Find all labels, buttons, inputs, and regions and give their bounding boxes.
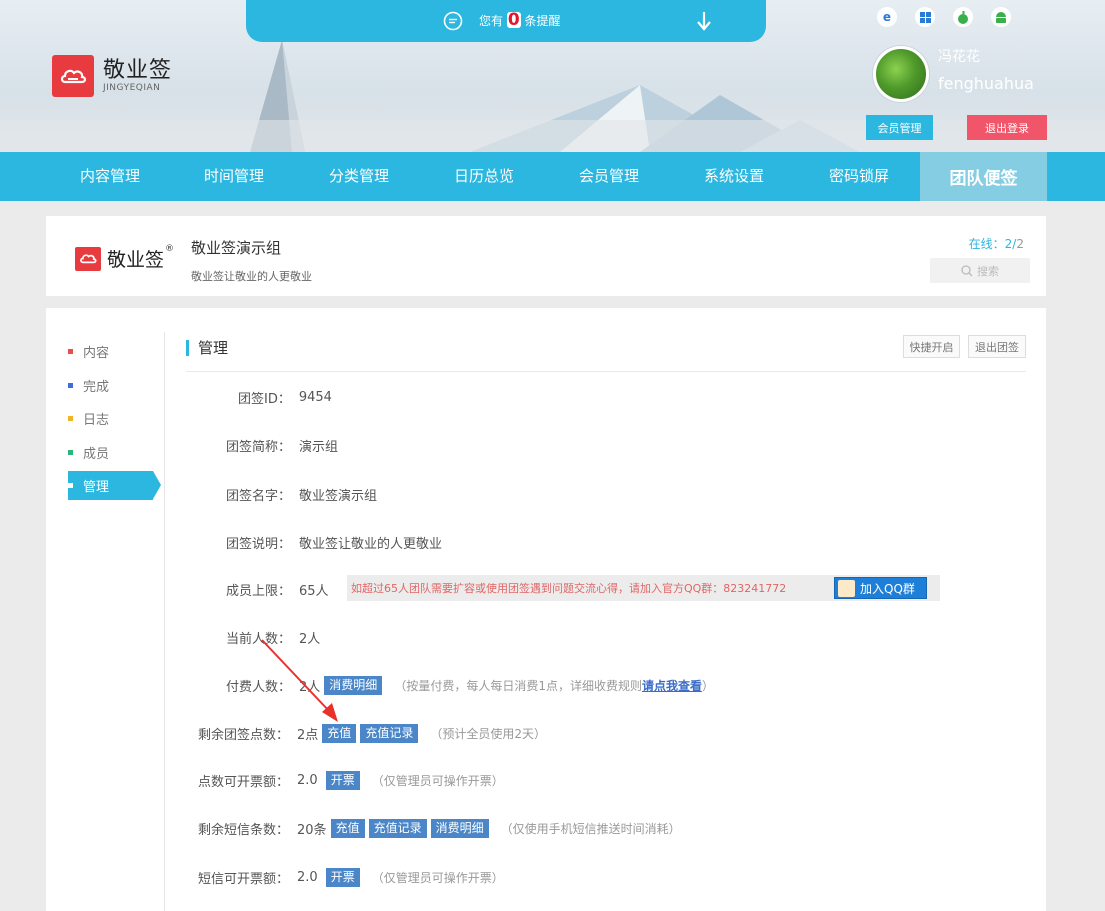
- recharge-history-button[interactable]: 充值记录: [360, 724, 419, 743]
- nav-item-category[interactable]: 分类管理: [294, 152, 424, 201]
- bullet-icon: [68, 416, 73, 421]
- reminder-text: 您有 0 条提醒: [479, 10, 561, 30]
- sidebar-item-content[interactable]: 内容: [68, 337, 160, 366]
- quick-open-button[interactable]: 快捷开启: [903, 335, 960, 358]
- arrow-down-icon[interactable]: [695, 10, 713, 32]
- nav-item-calendar[interactable]: 日历总览: [419, 152, 549, 201]
- nav-item-team-notes[interactable]: 团队便签: [920, 152, 1047, 201]
- reminder-count: 0: [506, 10, 521, 30]
- bullet-icon: [68, 383, 73, 388]
- bullet-icon: [68, 450, 73, 455]
- logo-name-cn: 敬业签: [103, 58, 173, 83]
- nav-item-settings[interactable]: 系统设置: [669, 152, 799, 201]
- online-status: 在线：2/2: [968, 237, 1024, 251]
- main-nav: 内容管理 时间管理 分类管理 日历总览 会员管理 系统设置 密码锁屏 团队便签: [0, 152, 1105, 201]
- cloud-logo-icon: [75, 246, 101, 271]
- search-icon: [961, 264, 973, 276]
- point-invoice-button[interactable]: 开票: [325, 771, 360, 790]
- platform-icons: e: [877, 7, 1011, 27]
- nav-item-content[interactable]: 内容管理: [45, 152, 175, 201]
- member-limit-warning: 如超过65人团队需要扩容或使用团签遇到问题交流心得，请加入官方QQ群：82324…: [347, 575, 940, 601]
- group-title: 敬业签演示组: [191, 239, 282, 257]
- reminder-bar[interactable]: 您有 0 条提醒: [246, 0, 766, 42]
- consumption-detail-button[interactable]: 消费明细: [324, 676, 383, 695]
- android-icon[interactable]: [991, 7, 1011, 27]
- user-avatar[interactable]: [873, 46, 929, 102]
- field-member-limit: 成员上限： 65人: [226, 584, 329, 599]
- top-header: 您有 0 条提醒 敬业签 JINGYEQIAN e 冯花花 fenghuahua…: [0, 0, 1105, 152]
- nav-item-member[interactable]: 会员管理: [544, 152, 674, 201]
- field-group-id: 团签ID： 9454: [238, 390, 332, 407]
- field-description: 团签说明： 敬业签让敬业的人更敬业: [226, 537, 443, 552]
- sidebar-divider: [164, 332, 165, 911]
- user-name-en: fenghuahua: [938, 74, 1034, 93]
- sidebar-item-manage[interactable]: 管理: [68, 471, 161, 500]
- recharge-sms-button[interactable]: 充值: [330, 819, 365, 838]
- pricing-rules-link[interactable]: 请点我查看: [642, 679, 702, 693]
- registered-mark: ®: [165, 243, 175, 254]
- sidebar-item-members[interactable]: 成员: [68, 438, 160, 467]
- group-search-button[interactable]: 搜索: [930, 258, 1030, 283]
- bullet-icon: [68, 483, 73, 488]
- ie-icon[interactable]: e: [877, 7, 897, 27]
- field-sms-invoice: 短信可开票额： 2.0 开票 （仅管理员可操作开票）: [198, 868, 504, 887]
- sidebar-item-log[interactable]: 日志: [68, 404, 160, 433]
- field-paid-members: 付费人数： 2人 消费明细 （按量付费，每人每日消费1点，详细收费规则请点我查看）: [226, 676, 714, 695]
- management-panel: 内容 完成 日志 成员 管理 管理 快捷开启 退出团签 团签ID： 9454 团签…: [46, 308, 1046, 911]
- field-full-name: 团签名字： 敬业签演示组: [226, 489, 378, 504]
- section-title: 管理: [186, 337, 228, 358]
- sidebar-item-done[interactable]: 完成: [68, 371, 160, 400]
- nav-item-lock[interactable]: 密码锁屏: [794, 152, 924, 201]
- user-name-cn: 冯花花: [938, 49, 980, 65]
- site-logo[interactable]: 敬业签 JINGYEQIAN: [52, 55, 172, 97]
- section-divider: [186, 371, 1026, 372]
- field-sms: 剩余短信条数： 20条 充值 充值记录 消费明细 （仅使用手机短信推送时间消耗）: [198, 819, 681, 838]
- field-current-members: 当前人数： 2人: [226, 632, 321, 647]
- join-qq-group-button[interactable]: 加入QQ群: [834, 577, 927, 599]
- cloud-logo-icon: [52, 55, 94, 97]
- windows-icon[interactable]: [915, 7, 935, 27]
- nav-item-time[interactable]: 时间管理: [169, 152, 299, 201]
- field-point-invoice: 点数可开票额： 2.0 开票 （仅管理员可操作开票）: [198, 771, 504, 790]
- logout-button[interactable]: 退出登录: [967, 115, 1047, 140]
- recharge-points-button[interactable]: 充值: [322, 724, 357, 743]
- apple-icon[interactable]: [953, 7, 973, 27]
- sms-invoice-button[interactable]: 开票: [325, 868, 360, 887]
- member-management-button[interactable]: 会员管理: [866, 115, 933, 140]
- group-logo-name: 敬业签: [107, 249, 165, 271]
- bullet-icon: [68, 349, 73, 354]
- field-short-name: 团签简称： 演示组: [226, 440, 339, 455]
- field-points: 剩余团签点数： 2点 充值 充值记录 （预计全员使用2天）: [198, 724, 546, 743]
- group-info-card: 敬业签 ® 敬业签演示组 敬业签让敬业的人更敬业 在线：2/2 搜索: [46, 216, 1046, 296]
- logo-name-en: JINGYEQIAN: [103, 83, 161, 93]
- chat-bubble-icon: [443, 11, 463, 31]
- sms-recharge-history-button[interactable]: 充值记录: [368, 819, 427, 838]
- group-subtitle: 敬业签让敬业的人更敬业: [191, 270, 312, 283]
- exit-group-button[interactable]: 退出团签: [968, 335, 1026, 358]
- sms-consumption-detail-button[interactable]: 消费明细: [430, 819, 489, 838]
- group-logo: 敬业签 ®: [75, 243, 175, 272]
- qq-group-icon: [838, 579, 855, 597]
